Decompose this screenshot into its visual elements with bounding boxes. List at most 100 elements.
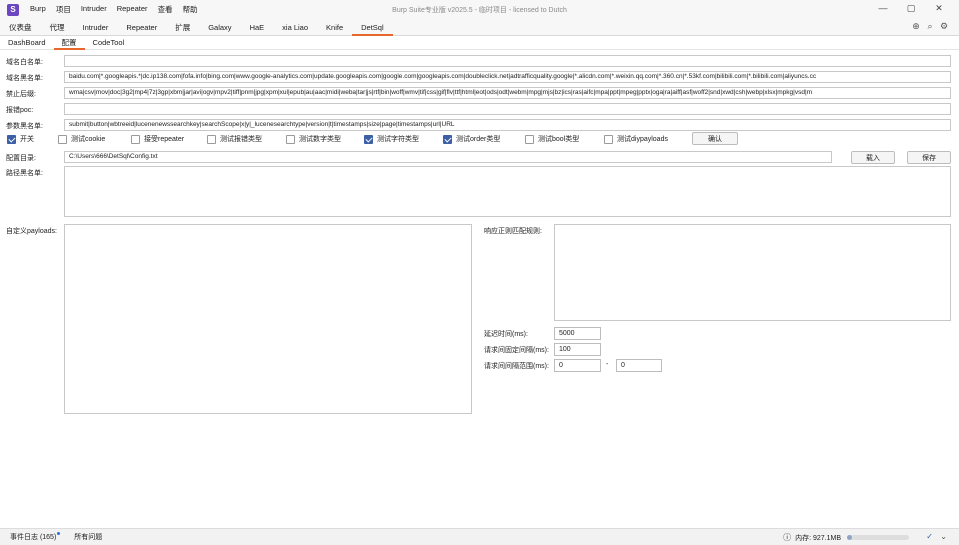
response-regex-label: 响应正则匹配规则: — [484, 228, 542, 235]
memory-bar-fill — [847, 535, 852, 540]
menu-repeater[interactable]: Repeater — [117, 4, 148, 15]
option-test-bool-type[interactable]: 测试bool类型 — [525, 134, 579, 144]
interval-range-label: 请求间间隔范围(ms): — [484, 363, 549, 370]
maximize-icon[interactable]: ▢ — [897, 3, 925, 14]
menu-burp[interactable]: Burp — [30, 4, 46, 15]
option-switch[interactable]: 开关 — [7, 134, 34, 144]
option-test-error-type[interactable]: 测试报错类型 — [207, 134, 262, 144]
chevron-down-icon[interactable]: ⌄ — [940, 532, 947, 541]
forbidden-suffix-input[interactable]: wma|csv|mov|doc|3g2|mp4|7z|3gp|xbm|jar|a… — [64, 87, 951, 99]
tab-galaxy[interactable]: Galaxy — [199, 19, 240, 36]
option-test-order-type[interactable]: 测试order类型 — [443, 134, 500, 144]
fixed-interval-label: 请求间固定间隔(ms): — [484, 347, 549, 354]
option-accept-repeater[interactable]: 接受repeater — [131, 134, 184, 144]
forbidden-suffix-label: 禁止后缀: — [6, 91, 36, 98]
memory-bar — [847, 535, 909, 540]
param-blacklist-input[interactable]: submit|button|wbtreeid|lucenenewssearchk… — [64, 119, 951, 131]
param-blacklist-label: 参数黑名单: — [6, 123, 43, 130]
tab-dashboard[interactable]: 仪表盘 — [0, 19, 41, 36]
error-poc-input[interactable] — [64, 103, 951, 115]
response-regex-textarea[interactable] — [554, 224, 951, 321]
option-label: 开关 — [20, 136, 34, 143]
tab-extensions[interactable]: 扩展 — [166, 19, 199, 36]
tab-intruder[interactable]: Intruder — [74, 19, 118, 36]
option-label: 测试cookie — [71, 136, 106, 143]
toolbar-icons: ⊕ ⌕ ⚙ — [909, 21, 951, 32]
title-bar: S Burp 项目 Intruder Repeater 查看 帮助 Burp S… — [0, 0, 959, 19]
save-button[interactable]: 保存 — [907, 151, 951, 164]
option-label: 测试order类型 — [456, 136, 501, 143]
option-label: 测试数字类型 — [299, 136, 341, 143]
option-test-string-type[interactable]: 测试字符类型 — [364, 134, 419, 144]
memory-label: 内存: 927.1MB — [795, 534, 841, 542]
main-tab-bar: 仪表盘 代理 Intruder Repeater 扩展 Galaxy HaE x… — [0, 19, 959, 36]
option-test-cookie[interactable]: 测试cookie — [58, 134, 105, 144]
menu-help[interactable]: 帮助 — [183, 4, 198, 15]
gear-icon[interactable]: ⚙ — [937, 21, 951, 32]
checkbox-icon[interactable] — [131, 134, 140, 144]
diy-payloads-textarea[interactable] — [64, 224, 472, 414]
range-separator: - — [606, 361, 609, 368]
delay-time-input[interactable]: 5000 — [554, 327, 601, 340]
subtab-codetool[interactable]: CodeTool — [85, 36, 133, 50]
option-label: 测试报错类型 — [220, 136, 262, 143]
checkbox-icon[interactable] — [604, 134, 613, 144]
confirm-button[interactable]: 确认 — [692, 132, 738, 145]
status-bar: 事件日志 (165) 所有问题 ⓘ 内存: 927.1MB ✓ ⌄ — [0, 528, 959, 545]
tab-repeater[interactable]: Repeater — [117, 19, 166, 36]
event-log-label: 事件日志 (165) — [10, 534, 57, 541]
search-icon[interactable]: ⌕ — [923, 21, 937, 32]
tab-proxy[interactable]: 代理 — [41, 19, 74, 36]
subtab-config[interactable]: 配置 — [53, 36, 85, 50]
config-path-input[interactable]: C:\Users\666\DetSql\Config.txt — [64, 151, 832, 163]
tab-knife[interactable]: Knife — [317, 19, 352, 36]
checkbox-icon[interactable] — [364, 134, 373, 144]
whitelist-domains-label: 域名白名单: — [6, 59, 43, 66]
blacklist-domains-label: 域名黑名单: — [6, 75, 43, 82]
link-icon[interactable]: ✓ — [926, 532, 933, 541]
interval-range-min-input[interactable]: 0 — [554, 359, 601, 372]
delay-time-label: 延迟时间(ms): — [484, 331, 528, 338]
checkbox-icon[interactable] — [286, 134, 295, 144]
path-blacklist-textarea[interactable] — [64, 166, 951, 217]
checkbox-icon[interactable] — [443, 134, 452, 144]
menu-intruder[interactable]: Intruder — [81, 4, 107, 15]
memory-icon: ⓘ — [783, 533, 792, 542]
subtab-dashboard[interactable]: DashBoard — [0, 36, 54, 50]
load-button[interactable]: 载入 — [851, 151, 895, 164]
interval-range-max-input[interactable]: 0 — [616, 359, 662, 372]
blacklist-domains-input[interactable]: baidu.com|*.googleapis.*|dc.ip138.com|fo… — [64, 71, 951, 83]
burp-logo-icon: S — [7, 3, 19, 16]
checkbox-icon[interactable] — [207, 134, 216, 144]
path-blacklist-label: 路径黑名单: — [6, 170, 43, 177]
tab-detsql[interactable]: DetSql — [352, 19, 393, 36]
option-label: 测试bool类型 — [538, 136, 580, 143]
option-test-diypayloads[interactable]: 测试diypayloads — [604, 134, 668, 144]
window-controls: — ▢ ✕ — [869, 3, 953, 14]
memory-indicator: ⓘ 内存: 927.1MB — [783, 532, 909, 543]
config-dir-label: 配置目录: — [6, 155, 36, 162]
close-icon[interactable]: ✕ — [925, 3, 953, 14]
event-log-link[interactable]: 事件日志 (165) — [10, 532, 61, 542]
menu-project[interactable]: 项目 — [56, 4, 71, 15]
whitelist-domains-input[interactable] — [64, 55, 951, 67]
option-label: 测试字符类型 — [377, 136, 419, 143]
tab-hae[interactable]: HaE — [241, 19, 274, 36]
option-label: 接受repeater — [144, 136, 185, 143]
checkbox-icon[interactable] — [58, 134, 67, 144]
globe-icon[interactable]: ⊕ — [909, 21, 923, 32]
checkbox-icon[interactable] — [525, 134, 534, 144]
menu-view[interactable]: 查看 — [158, 4, 173, 15]
option-test-number-type[interactable]: 测试数字类型 — [286, 134, 341, 144]
notification-dot-icon — [57, 532, 61, 535]
checkbox-icon[interactable] — [7, 134, 16, 144]
menu-bar: Burp 项目 Intruder Repeater 查看 帮助 — [25, 4, 203, 15]
tab-xia-liao[interactable]: xia Liao — [273, 19, 317, 36]
diy-payloads-label: 自定义payloads: — [6, 228, 57, 235]
option-label: 测试diypayloads — [617, 136, 668, 143]
minimize-icon[interactable]: — — [869, 3, 897, 14]
error-poc-label: 报错poc: — [6, 107, 34, 114]
fixed-interval-input[interactable]: 100 — [554, 343, 601, 356]
all-issues-link[interactable]: 所有问题 — [74, 532, 102, 542]
sub-tab-bar: DashBoard 配置 CodeTool — [0, 36, 959, 50]
